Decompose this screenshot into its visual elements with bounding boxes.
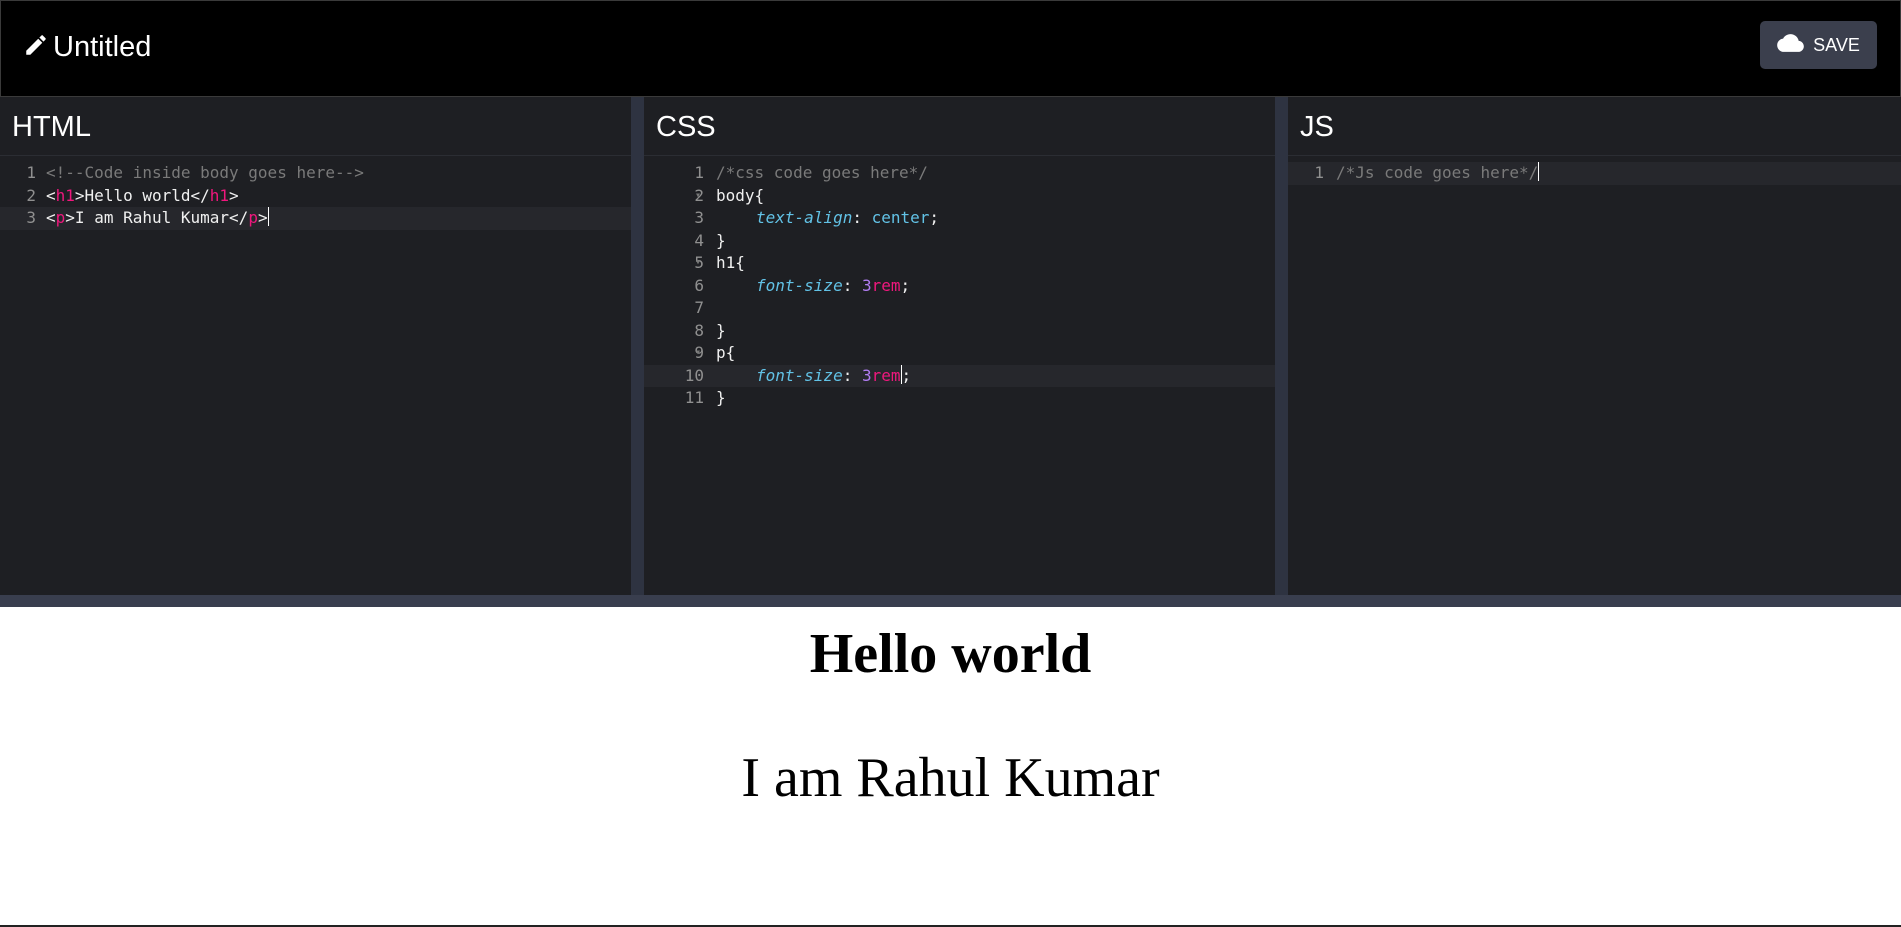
fold-arrow-icon[interactable]: ▾ xyxy=(695,342,701,365)
code-line[interactable]: 5 ▾ h1{ xyxy=(644,252,1275,275)
code-line[interactable]: 11 } xyxy=(644,387,1275,410)
editors-area: HTML 1 <!--Code inside body goes here-->… xyxy=(0,97,1901,595)
text-cursor xyxy=(1538,162,1540,181)
code-punct: ; xyxy=(900,275,911,295)
code-line-active[interactable]: 10 font-size: 3 rem; xyxy=(644,364,1275,387)
html-code-editor[interactable]: 1 <!--Code inside body goes here--> 2 < h… xyxy=(0,156,631,230)
js-editor-pane: JS 1 /*Js code goes here*/ xyxy=(1288,97,1901,595)
line-number: 6 xyxy=(694,275,704,295)
code-punct: </ xyxy=(190,185,210,205)
html-pane-title: HTML xyxy=(0,97,631,156)
code-property: font-size xyxy=(756,365,843,385)
top-bar: Untitled SAVE xyxy=(0,0,1901,97)
code-punct: < xyxy=(46,208,56,227)
line-number: 5 xyxy=(694,253,704,272)
text-cursor xyxy=(267,207,269,226)
code-punct: > xyxy=(257,208,268,227)
line-number: 3 xyxy=(26,208,36,227)
fold-arrow-icon[interactable]: ▾ xyxy=(695,185,701,208)
code-selector: body{ xyxy=(716,185,765,205)
resize-handle[interactable] xyxy=(0,595,1901,607)
code-brace: } xyxy=(716,388,726,407)
code-punct: ; xyxy=(901,365,912,385)
line-number: 7 xyxy=(694,298,704,317)
save-label: SAVE xyxy=(1813,34,1860,55)
code-comment: <!--Code inside body goes here--> xyxy=(46,163,364,182)
line-number: 10 xyxy=(684,365,704,385)
code-line[interactable]: 6 font-size: 3 rem; xyxy=(644,275,1275,298)
line-number: 1 xyxy=(26,163,36,182)
code-line[interactable]: 4 } xyxy=(644,230,1275,253)
code-line[interactable]: 3 text-align: center; xyxy=(644,207,1275,230)
line-number: 1 xyxy=(1314,163,1324,182)
code-punct: ; xyxy=(929,208,940,227)
code-line[interactable]: 8 } xyxy=(644,320,1275,343)
code-comment: /*Js code goes here*/ xyxy=(1336,163,1539,182)
cloud-icon xyxy=(1777,33,1813,58)
code-property: font-size xyxy=(756,275,843,295)
code-selector: p{ xyxy=(716,343,736,362)
code-line[interactable]: 9 ▾ p{ xyxy=(644,342,1275,365)
code-line[interactable]: 2 ▾ body{ xyxy=(644,185,1275,208)
css-pane-title: CSS xyxy=(644,97,1275,156)
line-number: 8 xyxy=(694,320,704,340)
code-punct: : xyxy=(852,208,872,227)
css-editor-pane: CSS 1 /*css code goes here*/ 2 ▾ body{ 3… xyxy=(644,97,1275,595)
code-selector: h1{ xyxy=(716,253,745,272)
code-punct: < xyxy=(46,185,56,205)
save-button[interactable]: SAVE xyxy=(1760,21,1877,69)
output-preview: Hello world I am Rahul Kumar xyxy=(0,607,1901,927)
code-line-active[interactable]: 1 /*Js code goes here*/ xyxy=(1288,162,1901,185)
code-punct: > xyxy=(74,185,85,205)
code-punct: </ xyxy=(229,208,249,227)
code-tag: p xyxy=(55,208,66,227)
code-brace: } xyxy=(716,230,726,250)
line-number: 2 xyxy=(694,185,704,205)
fold-arrow-icon[interactable]: ▾ xyxy=(695,252,701,275)
pencil-icon[interactable] xyxy=(23,32,49,63)
code-text: Hello world xyxy=(84,185,191,205)
js-pane-title: JS xyxy=(1288,97,1901,156)
code-number: 3 xyxy=(861,365,872,385)
code-line[interactable]: 2 < h1 > Hello world </h1 > xyxy=(0,185,631,208)
code-punct: : xyxy=(842,365,862,385)
project-title[interactable]: Untitled xyxy=(53,31,151,64)
line-number: 4 xyxy=(694,230,704,250)
project-title-area[interactable]: Untitled xyxy=(23,31,151,64)
code-number: 3 xyxy=(861,275,872,295)
code-line[interactable]: 7 xyxy=(644,297,1275,320)
code-line-active[interactable]: 3 < p > I am Rahul Kumar </p > xyxy=(0,207,631,230)
preview-heading: Hello world xyxy=(809,623,1092,685)
line-number: 1 xyxy=(694,163,704,182)
js-code-editor[interactable]: 1 /*Js code goes here*/ xyxy=(1288,156,1901,185)
code-punct: > xyxy=(229,185,239,205)
code-line[interactable]: 1 /*css code goes here*/ xyxy=(644,162,1275,185)
code-unit: rem xyxy=(871,275,901,295)
code-tag: p xyxy=(248,208,258,227)
css-code-editor[interactable]: 1 /*css code goes here*/ 2 ▾ body{ 3 tex… xyxy=(644,156,1275,410)
line-number: 3 xyxy=(694,208,704,227)
code-tag: h1 xyxy=(209,185,230,205)
code-punct: > xyxy=(65,208,75,227)
code-unit: rem xyxy=(871,365,901,385)
code-brace: } xyxy=(716,320,726,340)
code-text: I am Rahul Kumar xyxy=(74,208,230,227)
line-number: 9 xyxy=(694,343,704,362)
line-number: 11 xyxy=(684,388,704,407)
html-editor-pane: HTML 1 <!--Code inside body goes here-->… xyxy=(0,97,631,595)
code-line[interactable]: 1 <!--Code inside body goes here--> xyxy=(0,162,631,185)
code-punct: : xyxy=(842,275,862,295)
code-tag: h1 xyxy=(55,185,75,205)
code-comment: /*css code goes here*/ xyxy=(716,163,928,182)
line-number: 2 xyxy=(26,185,36,205)
code-value: center xyxy=(871,208,930,227)
code-property: text-align xyxy=(756,208,853,227)
preview-paragraph: I am Rahul Kumar xyxy=(741,747,1160,809)
